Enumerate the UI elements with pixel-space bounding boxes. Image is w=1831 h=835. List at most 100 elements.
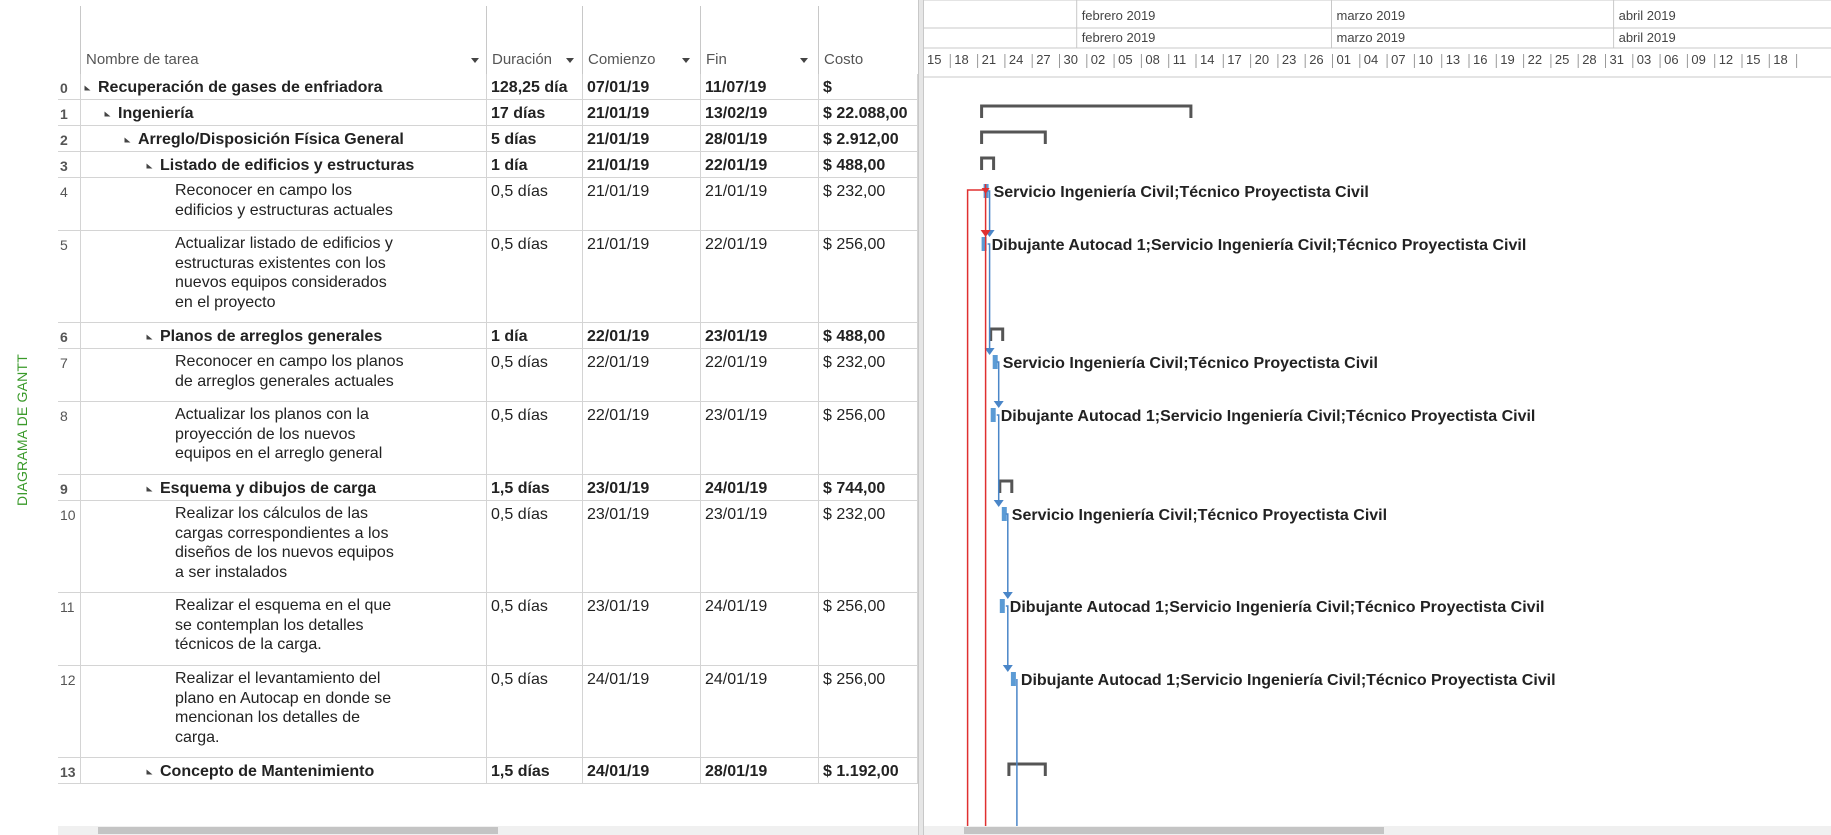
column-header-name[interactable]: Nombre de tarea [86, 38, 486, 72]
duration-cell[interactable]: 5 días [486, 126, 582, 151]
cost-cell[interactable]: $ 232,00 [818, 501, 918, 592]
end-cell[interactable]: 13/02/19 [700, 100, 818, 125]
collapse-triangle-icon[interactable] [146, 163, 153, 169]
start-cell[interactable]: 07/01/19 [582, 74, 700, 99]
duration-cell[interactable]: 0,5 días [486, 349, 582, 401]
table-row[interactable]: 13 Concepto de Mantenimiento 1,5 días 24/01… [58, 758, 918, 784]
duration-cell[interactable]: 0,5 días [486, 402, 582, 474]
start-cell[interactable]: 21/01/19 [582, 100, 700, 125]
duration-cell[interactable]: 0,5 días [486, 178, 582, 230]
table-row[interactable]: 8 Actualizar los planos con la proyección … [58, 402, 918, 475]
duration-cell[interactable]: 0,5 días [486, 231, 582, 322]
table-row[interactable]: 9 Esquema y dibujos de carga 1,5 días 23/01… [58, 475, 918, 501]
cost-cell[interactable]: $ 232,00 [818, 349, 918, 401]
start-cell[interactable]: 24/01/19 [582, 758, 700, 783]
cost-cell[interactable]: $ 256,00 [818, 593, 918, 665]
column-header-duration[interactable]: Duración [492, 38, 582, 72]
task-name-cell[interactable]: Actualizar los planos con la proyección d… [80, 402, 486, 474]
column-header-start[interactable]: Comienzo [588, 38, 700, 72]
cost-cell[interactable]: $ 488,00 [818, 152, 918, 177]
start-cell[interactable]: 22/01/19 [582, 402, 700, 474]
table-row[interactable]: 0 Recuperación de gases de enfriadora 128,… [58, 74, 918, 100]
start-cell[interactable]: 21/01/19 [582, 126, 700, 151]
table-row[interactable]: 1 Ingeniería 17 días 21/01/19 13/02/19 $ 22.0… [58, 100, 918, 126]
table-row[interactable]: 10 Realizar los cálculos de las cargas cor… [58, 501, 918, 593]
scrollbar-thumb[interactable] [98, 827, 498, 834]
start-cell[interactable]: 24/01/19 [582, 666, 700, 757]
task-name-cell[interactable]: Listado de edificios y estructuras [80, 152, 486, 177]
collapse-triangle-icon[interactable] [146, 334, 153, 340]
duration-cell[interactable]: 1,5 días [486, 758, 582, 783]
sheet-horizontal-scrollbar[interactable] [58, 826, 918, 835]
cost-cell[interactable]: $ 1.192,00 [818, 758, 918, 783]
cost-cell[interactable]: $ 744,00 [818, 475, 918, 500]
collapse-triangle-icon[interactable] [84, 85, 91, 91]
collapse-triangle-icon[interactable] [104, 111, 111, 117]
collapse-triangle-icon[interactable] [124, 137, 131, 143]
duration-cell[interactable]: 1 día [486, 152, 582, 177]
task-name-cell[interactable]: Recuperación de gases de enfriadora [80, 74, 486, 99]
duration-cell[interactable]: 17 días [486, 100, 582, 125]
duration-cell[interactable]: 1 día [486, 323, 582, 348]
table-row[interactable]: 12 Realizar el levantamiento del plano en … [58, 666, 918, 758]
end-cell[interactable]: 28/01/19 [700, 758, 818, 783]
cost-cell[interactable]: $ 256,00 [818, 231, 918, 322]
task-name-cell[interactable]: Realizar los cálculos de las cargas corre… [80, 501, 486, 592]
start-cell[interactable]: 21/01/19 [582, 178, 700, 230]
cost-cell[interactable]: $ 22.088,00 [818, 100, 918, 125]
column-header-end[interactable]: Fin [706, 38, 818, 72]
end-cell[interactable]: 23/01/19 [700, 402, 818, 474]
duration-cell[interactable]: 0,5 días [486, 666, 582, 757]
table-row[interactable]: 6 Planos de arreglos generales 1 día 22/01/… [58, 323, 918, 349]
start-cell[interactable]: 22/01/19 [582, 349, 700, 401]
start-cell[interactable]: 22/01/19 [582, 323, 700, 348]
collapse-triangle-icon[interactable] [146, 769, 153, 775]
view-bar[interactable]: DIAGRAMA DE GANTT [0, 0, 58, 835]
start-cell[interactable]: 23/01/19 [582, 593, 700, 665]
end-cell[interactable]: 21/01/19 [700, 178, 818, 230]
cost-cell[interactable]: $ 286.104,00 [818, 74, 918, 99]
end-cell[interactable]: 11/07/19 [700, 74, 818, 99]
start-cell[interactable]: 23/01/19 [582, 475, 700, 500]
end-cell[interactable]: 23/01/19 [700, 501, 818, 592]
scrollbar-thumb[interactable] [964, 827, 1384, 834]
filter-arrow-icon[interactable] [682, 58, 690, 63]
task-name-cell[interactable]: Realizar el esquema en el que se contempl… [80, 593, 486, 665]
table-row[interactable]: 7 Reconocer en campo los planos de arreglo… [58, 349, 918, 402]
task-name-cell[interactable]: Reconocer en campo los edificios y estruc… [80, 178, 486, 230]
cost-cell[interactable]: $ 232,00 [818, 178, 918, 230]
end-cell[interactable]: 23/01/19 [700, 323, 818, 348]
task-name-cell[interactable]: Ingeniería [80, 100, 486, 125]
end-cell[interactable]: 22/01/19 [700, 349, 818, 401]
task-name-cell[interactable]: Esquema y dibujos de carga [80, 475, 486, 500]
task-name-cell[interactable]: Arreglo/Disposición Física General [80, 126, 486, 151]
cost-cell[interactable]: $ 256,00 [818, 402, 918, 474]
table-row[interactable]: 4 Reconocer en campo los edificios y estru… [58, 178, 918, 231]
duration-cell[interactable]: 0,5 días [486, 593, 582, 665]
task-name-cell[interactable]: Reconocer en campo los planos de arreglos… [80, 349, 486, 401]
end-cell[interactable]: 24/01/19 [700, 666, 818, 757]
table-row[interactable]: 2 Arreglo/Disposición Física General 5 día… [58, 126, 918, 152]
filter-arrow-icon[interactable] [471, 58, 479, 63]
table-row[interactable]: 5 Actualizar listado de edificios y estruc… [58, 231, 918, 323]
end-cell[interactable]: 24/01/19 [700, 475, 818, 500]
start-cell[interactable]: 21/01/19 [582, 152, 700, 177]
end-cell[interactable]: 22/01/19 [700, 231, 818, 322]
end-cell[interactable]: 24/01/19 [700, 593, 818, 665]
cost-cell[interactable]: $ 256,00 [818, 666, 918, 757]
task-name-cell[interactable]: Realizar el levantamiento del plano en Au… [80, 666, 486, 757]
filter-arrow-icon[interactable] [566, 58, 574, 63]
end-cell[interactable]: 22/01/19 [700, 152, 818, 177]
start-cell[interactable]: 23/01/19 [582, 501, 700, 592]
collapse-triangle-icon[interactable] [146, 486, 153, 492]
task-name-cell[interactable]: Concepto de Mantenimiento [80, 758, 486, 783]
filter-arrow-icon[interactable] [800, 58, 808, 63]
cost-cell[interactable]: $ 488,00 [818, 323, 918, 348]
task-name-cell[interactable]: Actualizar listado de edificios y estruct… [80, 231, 486, 322]
end-cell[interactable]: 28/01/19 [700, 126, 818, 151]
table-row[interactable]: 3 Listado de edificios y estructuras 1 día… [58, 152, 918, 178]
column-header-cost[interactable]: Costo [824, 38, 918, 72]
start-cell[interactable]: 21/01/19 [582, 231, 700, 322]
duration-cell[interactable]: 128,25 día [486, 74, 582, 99]
duration-cell[interactable]: 0,5 días [486, 501, 582, 592]
